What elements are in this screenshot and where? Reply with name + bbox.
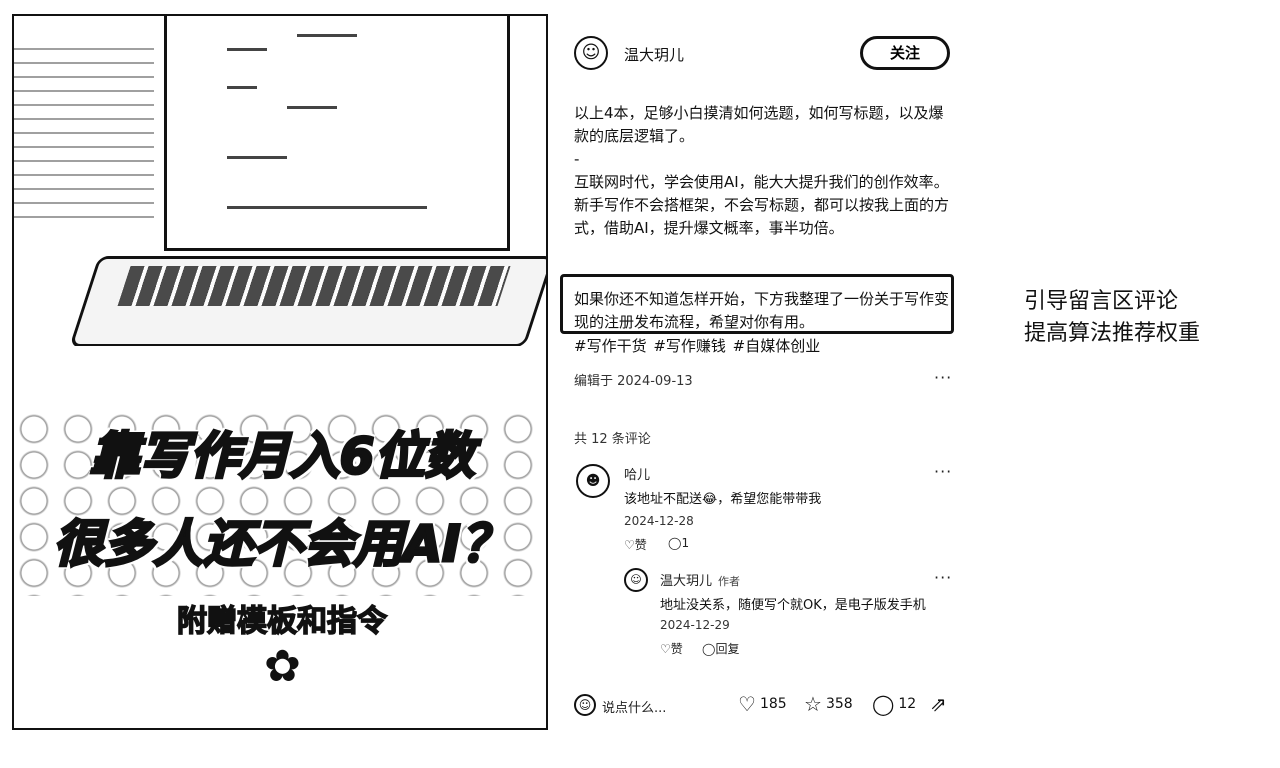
flower-icon: ✿ xyxy=(264,641,301,692)
more-icon[interactable]: ··· xyxy=(934,462,952,481)
author-tag: 作者 xyxy=(718,575,741,588)
heart-icon: ♡ xyxy=(738,692,756,716)
comment-like-button[interactable]: ♡赞 xyxy=(624,536,647,553)
follow-button[interactable]: 关注 xyxy=(860,36,950,70)
laptop-keyboard xyxy=(117,266,511,306)
favorite-button[interactable]: ☆ 358 xyxy=(804,694,853,714)
annotation: 引导留言区评论 提高算法推荐权重 xyxy=(1024,286,1200,350)
post-panel: ☺ 温大玥儿 关注 以上4本，足够小白摸清如何选题，如何写标题，以及爆款的底层逻… xyxy=(560,28,960,748)
like-button[interactable]: ♡ 185 xyxy=(738,694,787,714)
reply-date: 2024-12-29 xyxy=(660,618,730,632)
annotation-line2: 提高算法推荐权重 xyxy=(1024,321,1201,346)
comment-count: 共 12 条评论 xyxy=(574,432,651,447)
post-image[interactable]: 靠写作月入6位数 很多人还不会用AI？ 附赠模板和指令 ✿ xyxy=(12,14,548,730)
share-button[interactable]: ⇗ xyxy=(930,694,947,714)
author-avatar[interactable]: ☺ xyxy=(574,36,608,70)
user-avatar-icon: ☺ xyxy=(574,694,596,716)
star-icon: ☆ xyxy=(804,692,822,716)
more-icon[interactable]: ··· xyxy=(934,368,952,387)
share-icon: ⇗ xyxy=(930,692,947,716)
image-subtitle: 附赠模板和指令 xyxy=(176,603,388,640)
heart-icon: ♡ xyxy=(660,642,671,656)
comment-icon: ◯ xyxy=(872,692,895,716)
post-paragraph: 互联网时代，学会使用AI，能大大提升我们的创作效率。 xyxy=(574,173,949,191)
post-content: 以上4本，足够小白摸清如何选题，如何写标题，以及爆款的底层逻辑了。 - 互联网时… xyxy=(574,102,950,240)
comment-text: 该地址不配送😂，希望您能带带我 xyxy=(624,492,822,507)
comment-icon: ◯ xyxy=(702,642,716,656)
reply-author[interactable]: 温大玥儿 作者 xyxy=(660,570,740,589)
more-icon[interactable]: ··· xyxy=(934,568,952,587)
edited-date: 编辑于 2024-09-13 xyxy=(574,374,693,389)
reply-reply-button[interactable]: ◯回复 xyxy=(702,640,739,657)
post-paragraph: 新手写作不会搭框架，不会写标题，都可以按我上面的方式，借助AI，提升爆文概率，事… xyxy=(574,196,950,237)
reply-avatar[interactable]: ☺ xyxy=(624,568,648,592)
comment-input[interactable]: 说点什么... xyxy=(602,697,666,716)
bottom-bar: ☺ 说点什么... ♡ 185 ☆ 358 ◯ 12 ⇗ xyxy=(574,692,950,722)
heart-icon: ♡ xyxy=(624,538,635,552)
reply-like-button[interactable]: ♡赞 xyxy=(660,640,683,657)
image-title-line2: 很多人还不会用AI？ xyxy=(52,514,512,575)
comment-button[interactable]: ◯ 12 xyxy=(872,694,916,714)
comment-icon: ◯ xyxy=(668,536,682,550)
comment-reply-button[interactable]: ◯1 xyxy=(668,536,689,550)
annotation-line1: 引导留言区评论 xyxy=(1024,289,1179,314)
post-paragraph: 以上4本，足够小白摸清如何选题，如何写标题，以及爆款的底层逻辑了。 xyxy=(574,104,944,145)
commenter-name[interactable]: 哈儿 xyxy=(624,464,650,483)
commenter-avatar[interactable]: ☻ xyxy=(576,464,610,498)
post-tags[interactable]: #写作干货 #写作赚钱 #自媒体创业 xyxy=(574,335,820,356)
post-paragraph: - xyxy=(574,150,580,168)
reply-text: 地址没关系，随便写个就OK，是电子版发手机 xyxy=(660,598,926,613)
author-name[interactable]: 温大玥儿 xyxy=(624,44,684,65)
image-title-line1: 靠写作月入6位数 xyxy=(88,426,476,487)
sticky-notes xyxy=(14,36,154,221)
laptop-screen xyxy=(164,16,510,251)
comment-date: 2024-12-28 xyxy=(624,514,694,528)
highlighted-paragraph: 如果你还不知道怎样开始，下方我整理了一份关于写作变现的注册发布流程，希望对你有用… xyxy=(574,290,950,331)
